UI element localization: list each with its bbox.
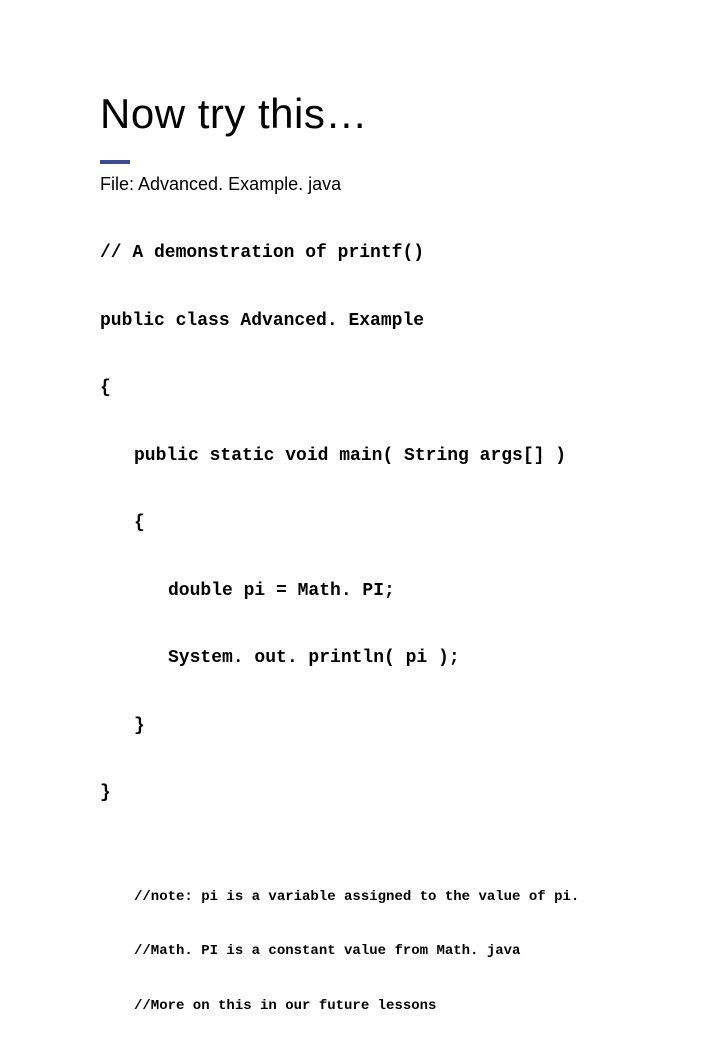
slide-title: Now try this… <box>100 90 660 138</box>
note-line: //More on this in our future lessons <box>134 997 660 1015</box>
code-line: } <box>100 782 660 805</box>
code-line: { <box>100 377 660 400</box>
note-line: //note: pi is a variable assigned to the… <box>134 888 660 906</box>
code-line: double pi = Math. PI; <box>100 580 660 603</box>
note-line: //Math. PI is a constant value from Math… <box>134 942 660 960</box>
code-block: // A demonstration of printf() public cl… <box>100 197 660 850</box>
code-line: public class Advanced. Example <box>100 310 660 333</box>
title-accent-bar <box>100 160 130 164</box>
code-line: { <box>100 512 660 535</box>
slide: Now try this… File: Advanced. Example. j… <box>0 0 720 540</box>
code-line: System. out. println( pi ); <box>100 647 660 670</box>
code-line: } <box>100 715 660 738</box>
code-line: public static void main( String args[] ) <box>100 445 660 468</box>
file-label: File: Advanced. Example. java <box>100 174 660 195</box>
code-line: // A demonstration of printf() <box>100 242 660 265</box>
notes-block: //note: pi is a variable assigned to the… <box>100 852 660 1052</box>
